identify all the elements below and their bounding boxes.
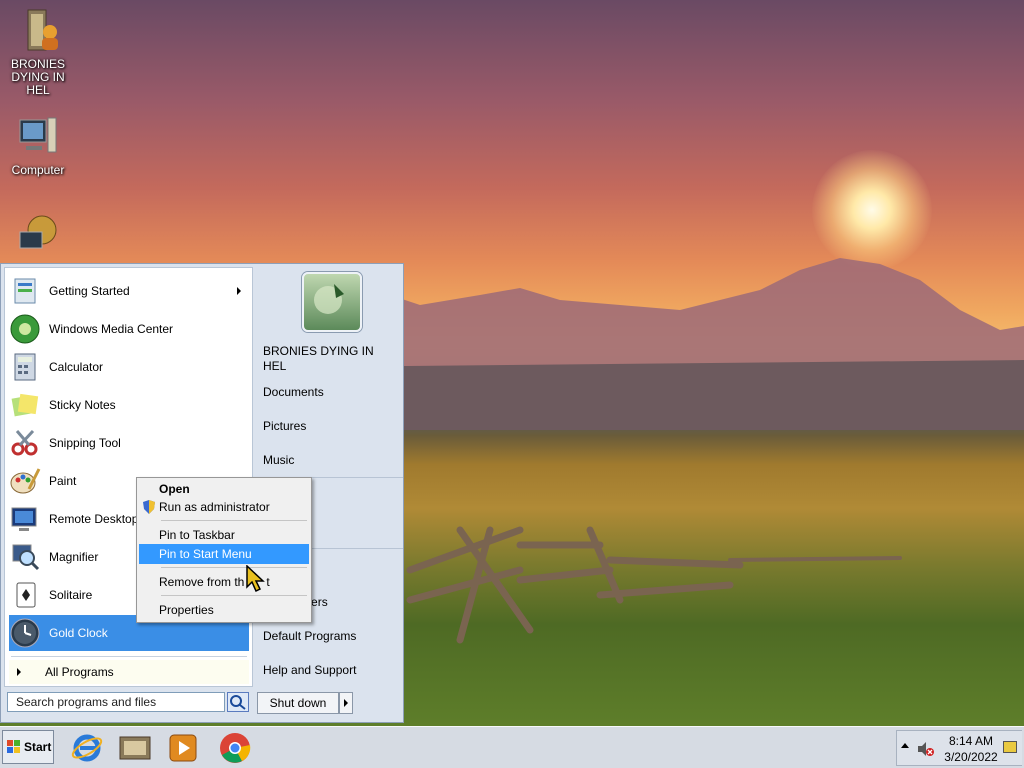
media-center-icon [10, 314, 40, 344]
music-link[interactable]: Music [263, 453, 399, 468]
user-folder-link[interactable]: BRONIES DYING IN HEL [263, 344, 399, 374]
windows-logo-icon [7, 740, 20, 753]
search-programs-input[interactable]: Search programs and files [7, 692, 225, 712]
program-calculator[interactable]: Calculator [9, 349, 249, 385]
getting-started-icon [14, 278, 36, 304]
expand-arrow-icon [17, 668, 21, 676]
program-label: Solitaire [49, 588, 93, 602]
program-label: Calculator [49, 360, 104, 374]
program-windows-media-center[interactable]: Windows Media Center [9, 311, 249, 347]
context-label: Open [159, 482, 190, 496]
remote-desktop-icon [11, 507, 37, 531]
taskbar: Start 8:14 AM 3/20/2022 [0, 726, 1024, 768]
desktop-icon-label: BRONIES DYING IN HEL [10, 57, 65, 97]
chrome-icon[interactable] [218, 731, 252, 765]
shut-down-button[interactable]: Shut down [257, 692, 339, 714]
submenu-arrow-icon [237, 287, 241, 295]
clock-time[interactable]: 8:14 AM [941, 734, 1001, 748]
user-avatar-icon [314, 284, 344, 314]
film-strip-icon[interactable] [118, 731, 152, 765]
program-label: Windows Media Center [49, 322, 174, 336]
paint-icon [10, 468, 41, 494]
search-button[interactable] [227, 692, 249, 712]
desktop-icon-network[interactable] [0, 212, 76, 264]
solitaire-icon [16, 582, 36, 608]
help-support-link[interactable]: Help and Support [263, 663, 399, 678]
internet-explorer-icon[interactable] [70, 731, 104, 765]
program-label: Magnifier [49, 550, 99, 564]
documents-link[interactable]: Documents [263, 385, 399, 400]
context-open[interactable]: Open [139, 479, 309, 499]
user-folder-icon [27, 9, 58, 51]
context-label: Pin to Taskbar [159, 528, 235, 542]
system-tray: 8:14 AM 3/20/2022 [896, 730, 1022, 766]
context-remove-from-list[interactable]: Remove from th t [139, 572, 309, 592]
program-label: Sticky Notes [49, 398, 116, 412]
context-label: Properties [159, 603, 214, 617]
shut-down-label: Shut down [269, 696, 327, 710]
programs-separator [11, 656, 247, 657]
program-snipping-tool[interactable]: Snipping Tool [9, 425, 249, 461]
program-label: Getting Started [49, 284, 130, 298]
context-label: Pin to Start Menu [159, 547, 252, 561]
context-separator [161, 595, 307, 596]
snipping-tool-icon [11, 429, 38, 456]
desktop-icon-computer[interactable]: Computer [0, 112, 76, 177]
mouse-cursor-icon [246, 565, 265, 593]
user-picture[interactable] [302, 272, 362, 332]
context-separator [161, 567, 307, 568]
context-run-as-admin[interactable]: Run as administrator [139, 497, 309, 517]
context-properties[interactable]: Properties [139, 600, 309, 620]
network-icon [19, 215, 57, 249]
shut-down-options-button[interactable] [339, 692, 353, 714]
context-separator [161, 520, 307, 521]
show-hidden-icons-button[interactable] [901, 743, 909, 748]
program-label: Paint [49, 474, 77, 488]
magnifier-icon [12, 544, 40, 571]
clock-date[interactable]: 3/20/2022 [941, 750, 1001, 764]
program-label: Remote Desktop [49, 512, 139, 526]
search-placeholder: Search programs and files [16, 695, 157, 709]
clock-icon [10, 618, 40, 648]
context-pin-to-start-menu[interactable]: Pin to Start Menu [139, 544, 309, 564]
context-label: Remove from th [159, 575, 245, 589]
start-menu-places-pane: BRONIES DYING IN HEL Documents Pictures … [255, 264, 403, 688]
show-desktop-button[interactable] [1003, 741, 1017, 753]
program-getting-started[interactable]: Getting Started [9, 273, 249, 309]
desktop-icon-label: Computer [11, 163, 65, 177]
wooden-fence [406, 526, 902, 644]
start-button[interactable]: Start [2, 730, 54, 764]
uac-shield-icon [143, 500, 155, 514]
program-sticky-notes[interactable]: Sticky Notes [9, 387, 249, 423]
program-label: Gold Clock [49, 626, 108, 640]
all-programs-button[interactable]: All Programs [9, 660, 249, 684]
search-icon [230, 695, 246, 710]
start-label: Start [24, 740, 52, 754]
context-pin-to-taskbar[interactable]: Pin to Taskbar [139, 525, 309, 545]
media-player-icon[interactable] [166, 731, 200, 765]
volume-muted-icon[interactable] [917, 741, 935, 757]
program-label: Snipping Tool [49, 436, 121, 450]
calculator-icon [14, 353, 36, 381]
context-menu: Open Run as administrator Pin to Taskbar… [136, 477, 312, 623]
all-programs-label: All Programs [45, 665, 114, 679]
sticky-notes-icon [11, 393, 39, 417]
context-label: Run as administrator [159, 500, 270, 514]
pictures-link[interactable]: Pictures [263, 419, 399, 434]
default-programs-link[interactable]: Default Programs [263, 629, 399, 644]
desktop-icon-user-folder[interactable]: BRONIES DYING IN HEL [0, 6, 76, 97]
computer-icon [19, 117, 57, 153]
